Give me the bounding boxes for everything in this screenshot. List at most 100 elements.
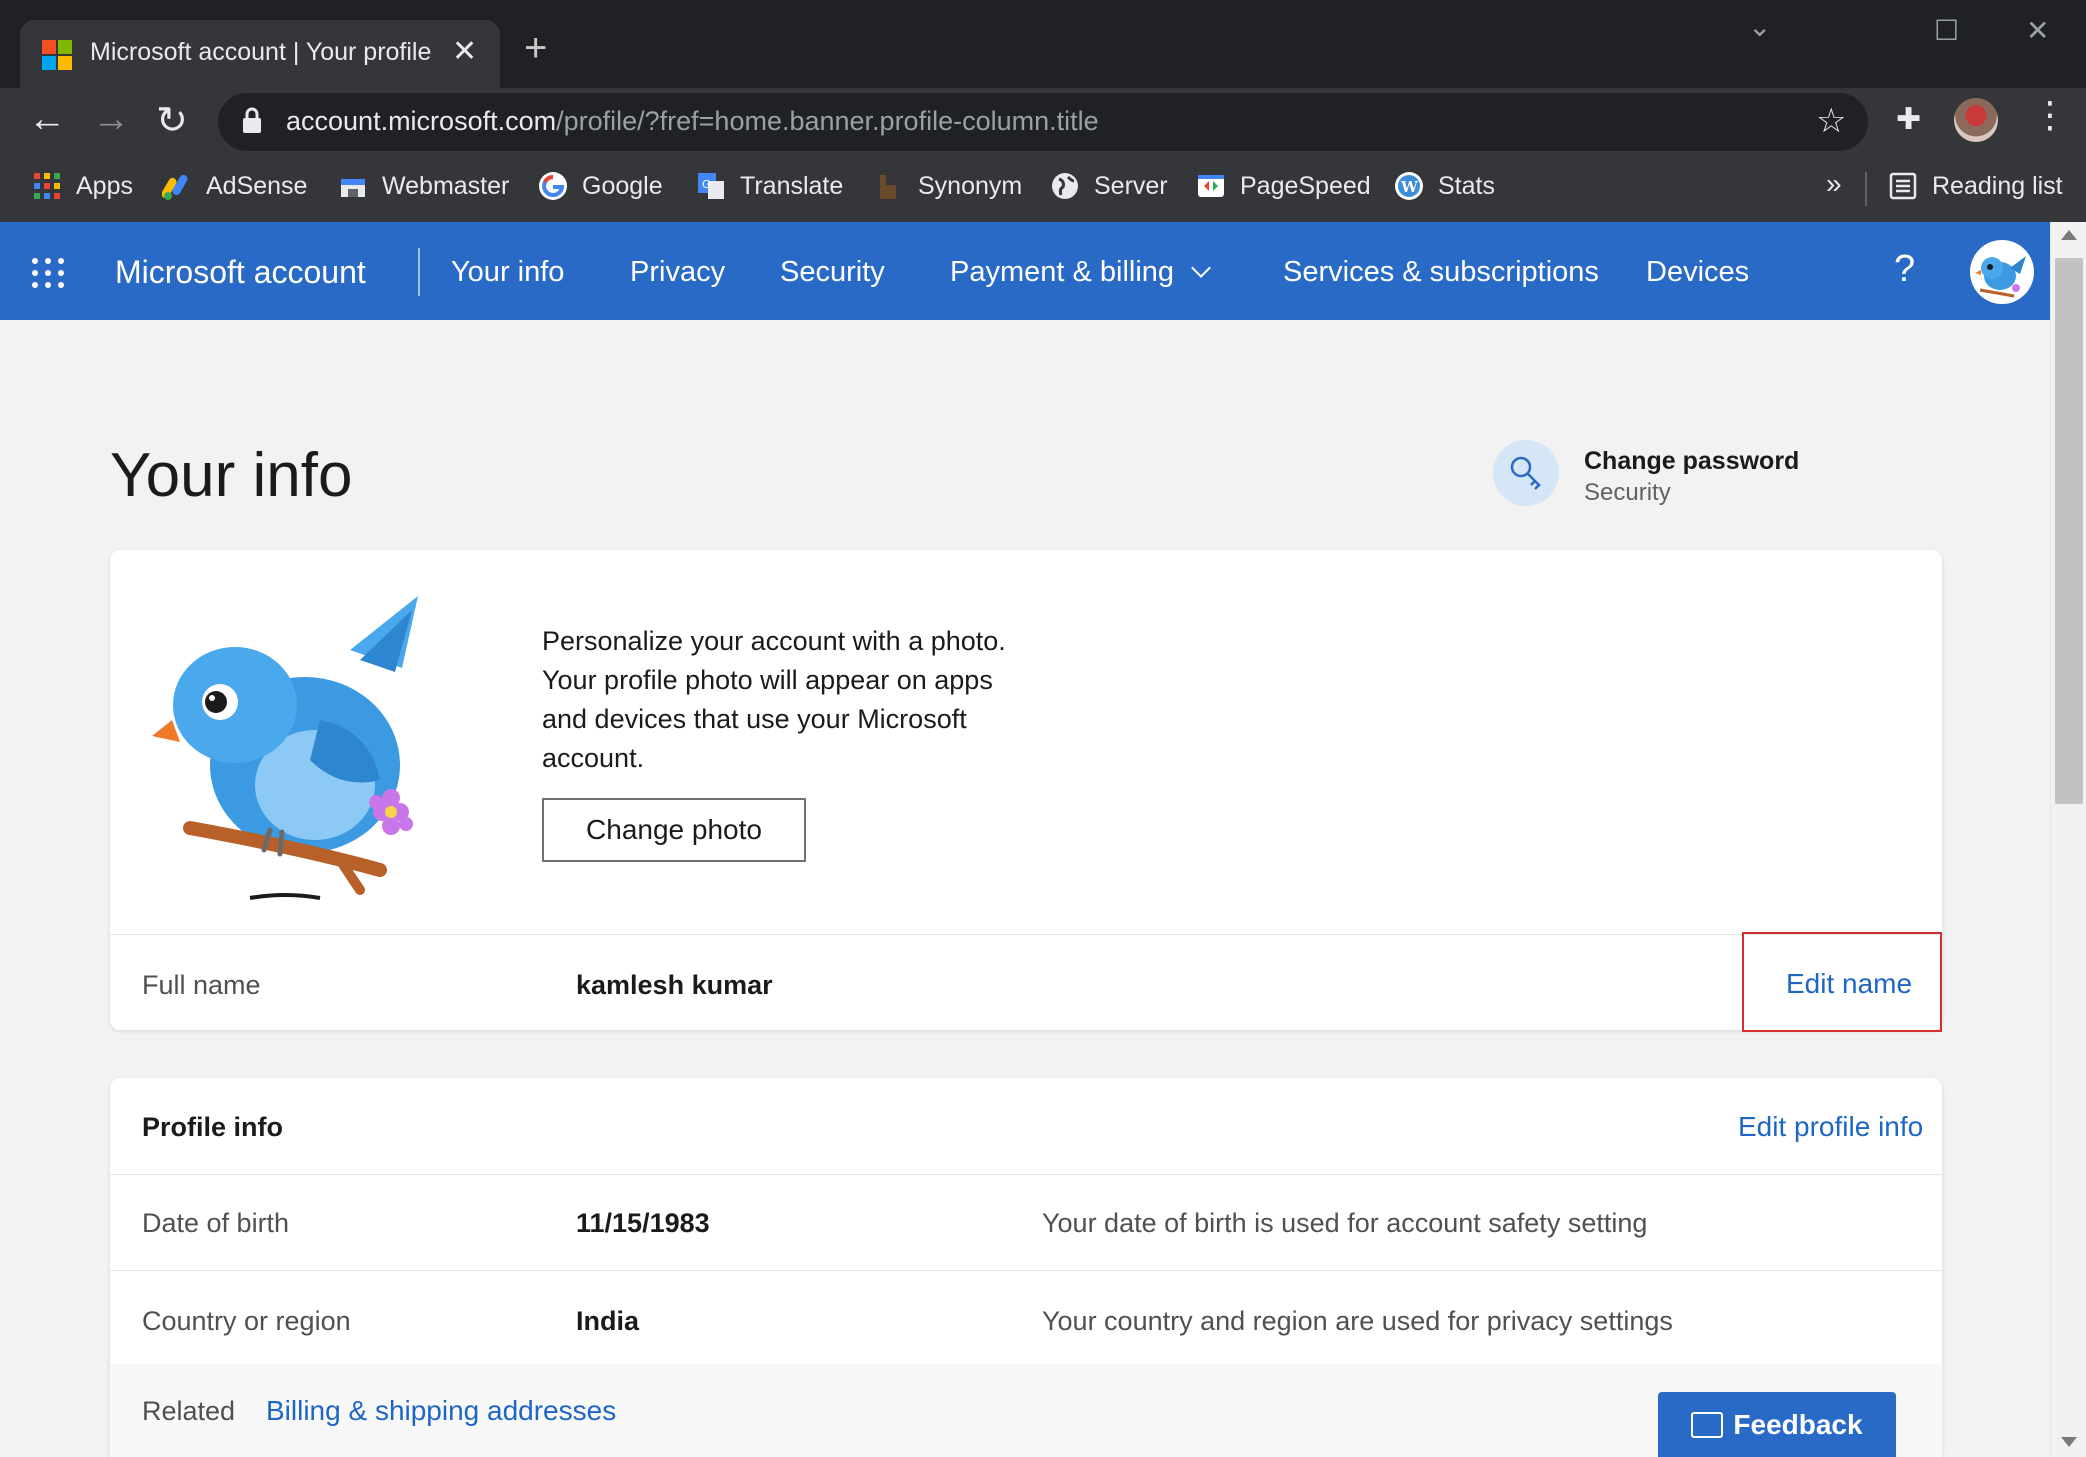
nav-payment-billing-label: Payment & billing bbox=[950, 256, 1175, 288]
photo-description: Personalize your account with a photo. Y… bbox=[542, 626, 1006, 773]
bookmark-label: Apps bbox=[76, 171, 133, 200]
feedback-label: Feedback bbox=[1733, 1408, 1863, 1440]
url-text: account.microsoft.com/profile/?fref=home… bbox=[286, 106, 1099, 137]
page-title: Your info bbox=[110, 441, 353, 510]
row-divider bbox=[110, 934, 1942, 935]
browser-menu-icon[interactable]: ⋮ bbox=[2032, 94, 2068, 136]
profile-photo-card: Personalize your account with a photo. Y… bbox=[110, 550, 1942, 1030]
related-label: Related bbox=[142, 1396, 236, 1426]
maximize-icon[interactable]: ☐ bbox=[1934, 14, 1959, 47]
profile-photo bbox=[152, 596, 418, 900]
microsoft-logo-icon bbox=[42, 40, 72, 70]
scroll-down-arrow-icon[interactable] bbox=[2061, 1437, 2077, 1447]
row-divider bbox=[110, 1270, 1942, 1271]
close-window-icon[interactable]: ✕ bbox=[2026, 14, 2049, 47]
country-value: India bbox=[576, 1306, 640, 1336]
bookmarks-bar: Apps AdSense Webmaster Google G Translat… bbox=[0, 156, 2086, 222]
change-password-link[interactable]: Change password bbox=[1584, 447, 1799, 476]
more-bookmarks-button[interactable]: » bbox=[1826, 168, 1842, 200]
bookmark-label: Server bbox=[1094, 171, 1168, 200]
dob-description: Your date of birth is used for account s… bbox=[1042, 1208, 1648, 1238]
bookmark-star-icon[interactable]: ☆ bbox=[1816, 101, 1846, 141]
ms-account-brand[interactable]: Microsoft account bbox=[115, 254, 366, 291]
bookmark-pagespeed[interactable]: PageSpeed bbox=[1196, 171, 1371, 201]
url-domain: account.microsoft.com bbox=[286, 106, 557, 136]
ms-account-nav: Microsoft account Your info Privacy Secu… bbox=[0, 222, 2050, 320]
tab-close-icon[interactable]: ✕ bbox=[452, 34, 477, 69]
key-icon[interactable] bbox=[1493, 440, 1559, 506]
adsense-icon bbox=[162, 174, 188, 200]
bird-avatar-icon bbox=[1975, 256, 2026, 298]
svg-text:W: W bbox=[1400, 178, 1419, 196]
dob-label: Date of birth bbox=[142, 1208, 290, 1238]
billing-shipping-link[interactable]: Billing & shipping addresses bbox=[266, 1395, 616, 1427]
bookmarks-divider bbox=[1865, 172, 1867, 206]
address-bar[interactable]: account.microsoft.com/profile/?fref=home… bbox=[218, 93, 1868, 151]
globe-icon bbox=[1052, 173, 1078, 199]
svg-text:G: G bbox=[702, 178, 711, 191]
bookmark-apps[interactable]: Apps bbox=[32, 171, 133, 201]
bookmark-label: Google bbox=[582, 171, 663, 200]
profile-info-title: Profile info bbox=[142, 1112, 283, 1142]
change-photo-button[interactable]: Change photo bbox=[542, 798, 806, 862]
synonym-icon bbox=[880, 175, 896, 199]
browser-profile-avatar[interactable] bbox=[1954, 98, 1998, 142]
dob-value: 11/15/1983 bbox=[576, 1208, 710, 1238]
bookmark-label: AdSense bbox=[206, 171, 308, 200]
bookmark-label: Translate bbox=[740, 171, 844, 200]
bookmark-label: Stats bbox=[1438, 171, 1495, 200]
bookmark-adsense[interactable]: AdSense bbox=[162, 171, 307, 201]
bookmark-server[interactable]: Server bbox=[1050, 171, 1168, 201]
nav-payment-billing[interactable]: Payment & billing bbox=[950, 256, 1211, 289]
new-tab-button[interactable]: + bbox=[524, 28, 547, 68]
tab-search-icon[interactable]: ⌄ bbox=[1748, 10, 1771, 43]
apps-grid-icon bbox=[34, 173, 60, 199]
feedback-button[interactable]: Feedback bbox=[1658, 1392, 1896, 1457]
nav-your-info[interactable]: Your info bbox=[451, 256, 564, 289]
bookmark-label: Webmaster bbox=[382, 171, 510, 200]
reload-icon[interactable]: ↻ bbox=[156, 98, 188, 143]
wordpress-icon: W bbox=[1395, 172, 1423, 200]
translate-icon: G bbox=[698, 173, 724, 199]
change-password-subtitle: Security bbox=[1584, 479, 1671, 506]
full-name-value: kamlesh kumar bbox=[576, 970, 773, 1000]
bookmark-translate[interactable]: G Translate bbox=[696, 171, 843, 201]
bookmark-stats[interactable]: W Stats bbox=[1394, 171, 1495, 201]
extensions-puzzle-icon[interactable]: ✚ bbox=[1896, 102, 1921, 137]
full-name-label: Full name bbox=[142, 970, 261, 1000]
reading-list-icon bbox=[1889, 172, 1917, 200]
app-launcher-icon[interactable] bbox=[32, 258, 64, 288]
nav-devices[interactable]: Devices bbox=[1646, 256, 1749, 289]
browser-tab[interactable]: Microsoft account | Your profile ✕ bbox=[20, 20, 500, 88]
reading-list-label: Reading list bbox=[1932, 171, 2063, 200]
bookmark-webmaster[interactable]: Webmaster bbox=[338, 171, 509, 201]
tab-title: Microsoft account | Your profile bbox=[90, 38, 432, 66]
bookmark-google[interactable]: Google bbox=[538, 171, 663, 201]
account-avatar[interactable] bbox=[1970, 240, 2034, 304]
bookmark-label: Synonym bbox=[918, 171, 1023, 200]
bookmark-synonym[interactable]: Synonym bbox=[874, 171, 1022, 201]
nav-security[interactable]: Security bbox=[780, 256, 885, 289]
scroll-thumb[interactable] bbox=[2055, 258, 2083, 804]
back-arrow-icon[interactable]: ← bbox=[28, 98, 66, 141]
forward-arrow-icon[interactable]: → bbox=[92, 98, 130, 141]
scroll-up-arrow-icon[interactable] bbox=[2061, 230, 2077, 240]
url-path: /profile/?fref=home.banner.profile-colum… bbox=[556, 106, 1099, 136]
lock-icon bbox=[243, 107, 261, 133]
nav-services-subscriptions[interactable]: Services & subscriptions bbox=[1283, 256, 1599, 289]
bookmark-label: PageSpeed bbox=[1240, 171, 1371, 200]
browser-titlebar: Microsoft account | Your profile ✕ + ⌄ ☐… bbox=[0, 0, 2086, 88]
chat-bubble-icon bbox=[1691, 1411, 1724, 1438]
help-icon[interactable]: ? bbox=[1894, 248, 1915, 291]
edit-profile-info-link[interactable]: Edit profile info bbox=[1738, 1111, 1923, 1143]
nav-privacy[interactable]: Privacy bbox=[630, 256, 725, 289]
webmaster-icon bbox=[341, 179, 365, 197]
nav-divider bbox=[418, 248, 420, 296]
key-glyph bbox=[1510, 456, 1541, 490]
edit-name-highlight bbox=[1742, 932, 1942, 1032]
page-scrollbar[interactable] bbox=[2050, 222, 2086, 1457]
google-g-icon bbox=[539, 172, 567, 200]
country-description: Your country and region are used for pri… bbox=[1042, 1306, 1673, 1336]
browser-toolbar: ← → ↻ account.microsoft.com/profile/?fre… bbox=[0, 88, 2086, 156]
reading-list-button[interactable]: Reading list bbox=[1888, 171, 2063, 201]
